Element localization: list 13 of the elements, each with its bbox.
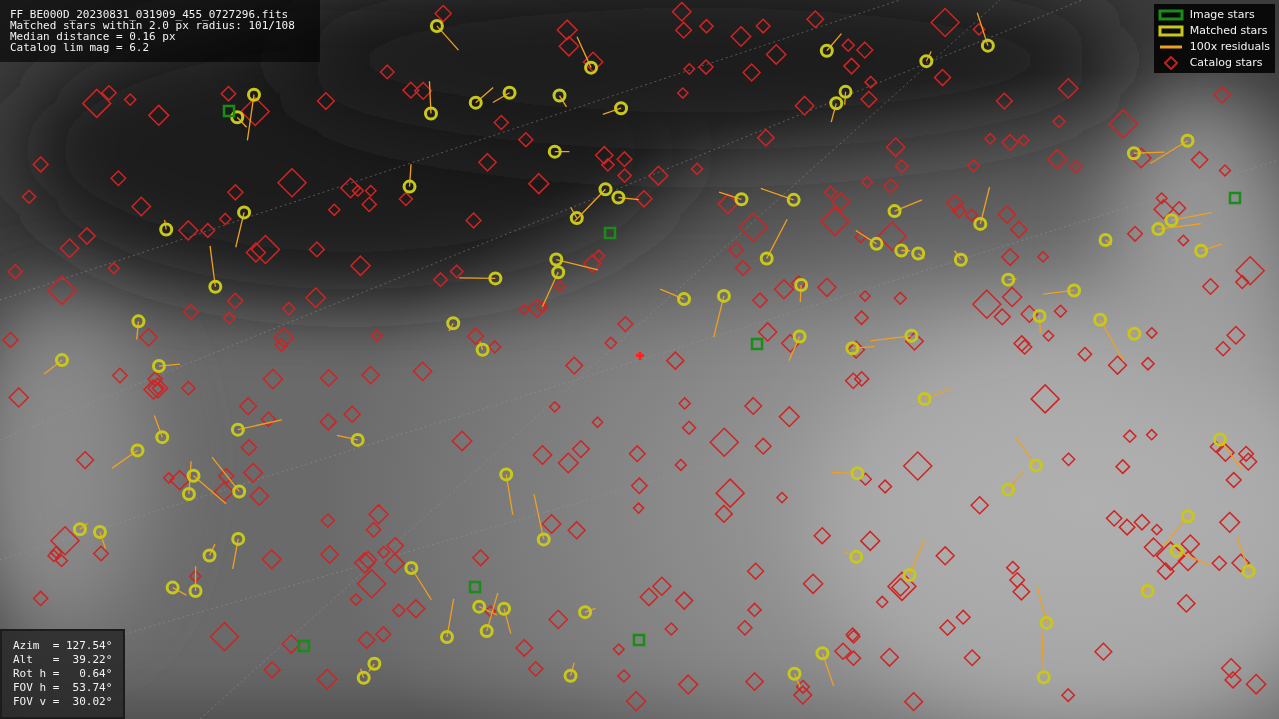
pointing-text: FOV v = 30.02° bbox=[13, 696, 113, 707]
info-text: Median distance = 0.16 px bbox=[10, 31, 176, 42]
pointing-text: Alt = 39.22° bbox=[13, 654, 113, 665]
pointing-text: Rot h = 0.64° bbox=[13, 668, 113, 679]
info-text: Matched stars within 2.0 px radius: 101/108 bbox=[10, 20, 296, 31]
pointing-text: FOV h = 53.74° bbox=[13, 682, 113, 693]
legend-label: Matched stars bbox=[1189, 24, 1268, 37]
info-text: FF_BE000D_20230831_031909_455_0727296.fits bbox=[10, 9, 290, 20]
info-text: Catalog lim mag = 6.2 bbox=[10, 42, 151, 53]
legend-label: Catalog stars bbox=[1189, 56, 1263, 69]
legend-label: Image stars bbox=[1189, 8, 1255, 21]
pointing-text: Azim = 127.54° bbox=[13, 640, 113, 651]
legend-label: 100x residuals bbox=[1189, 40, 1270, 53]
